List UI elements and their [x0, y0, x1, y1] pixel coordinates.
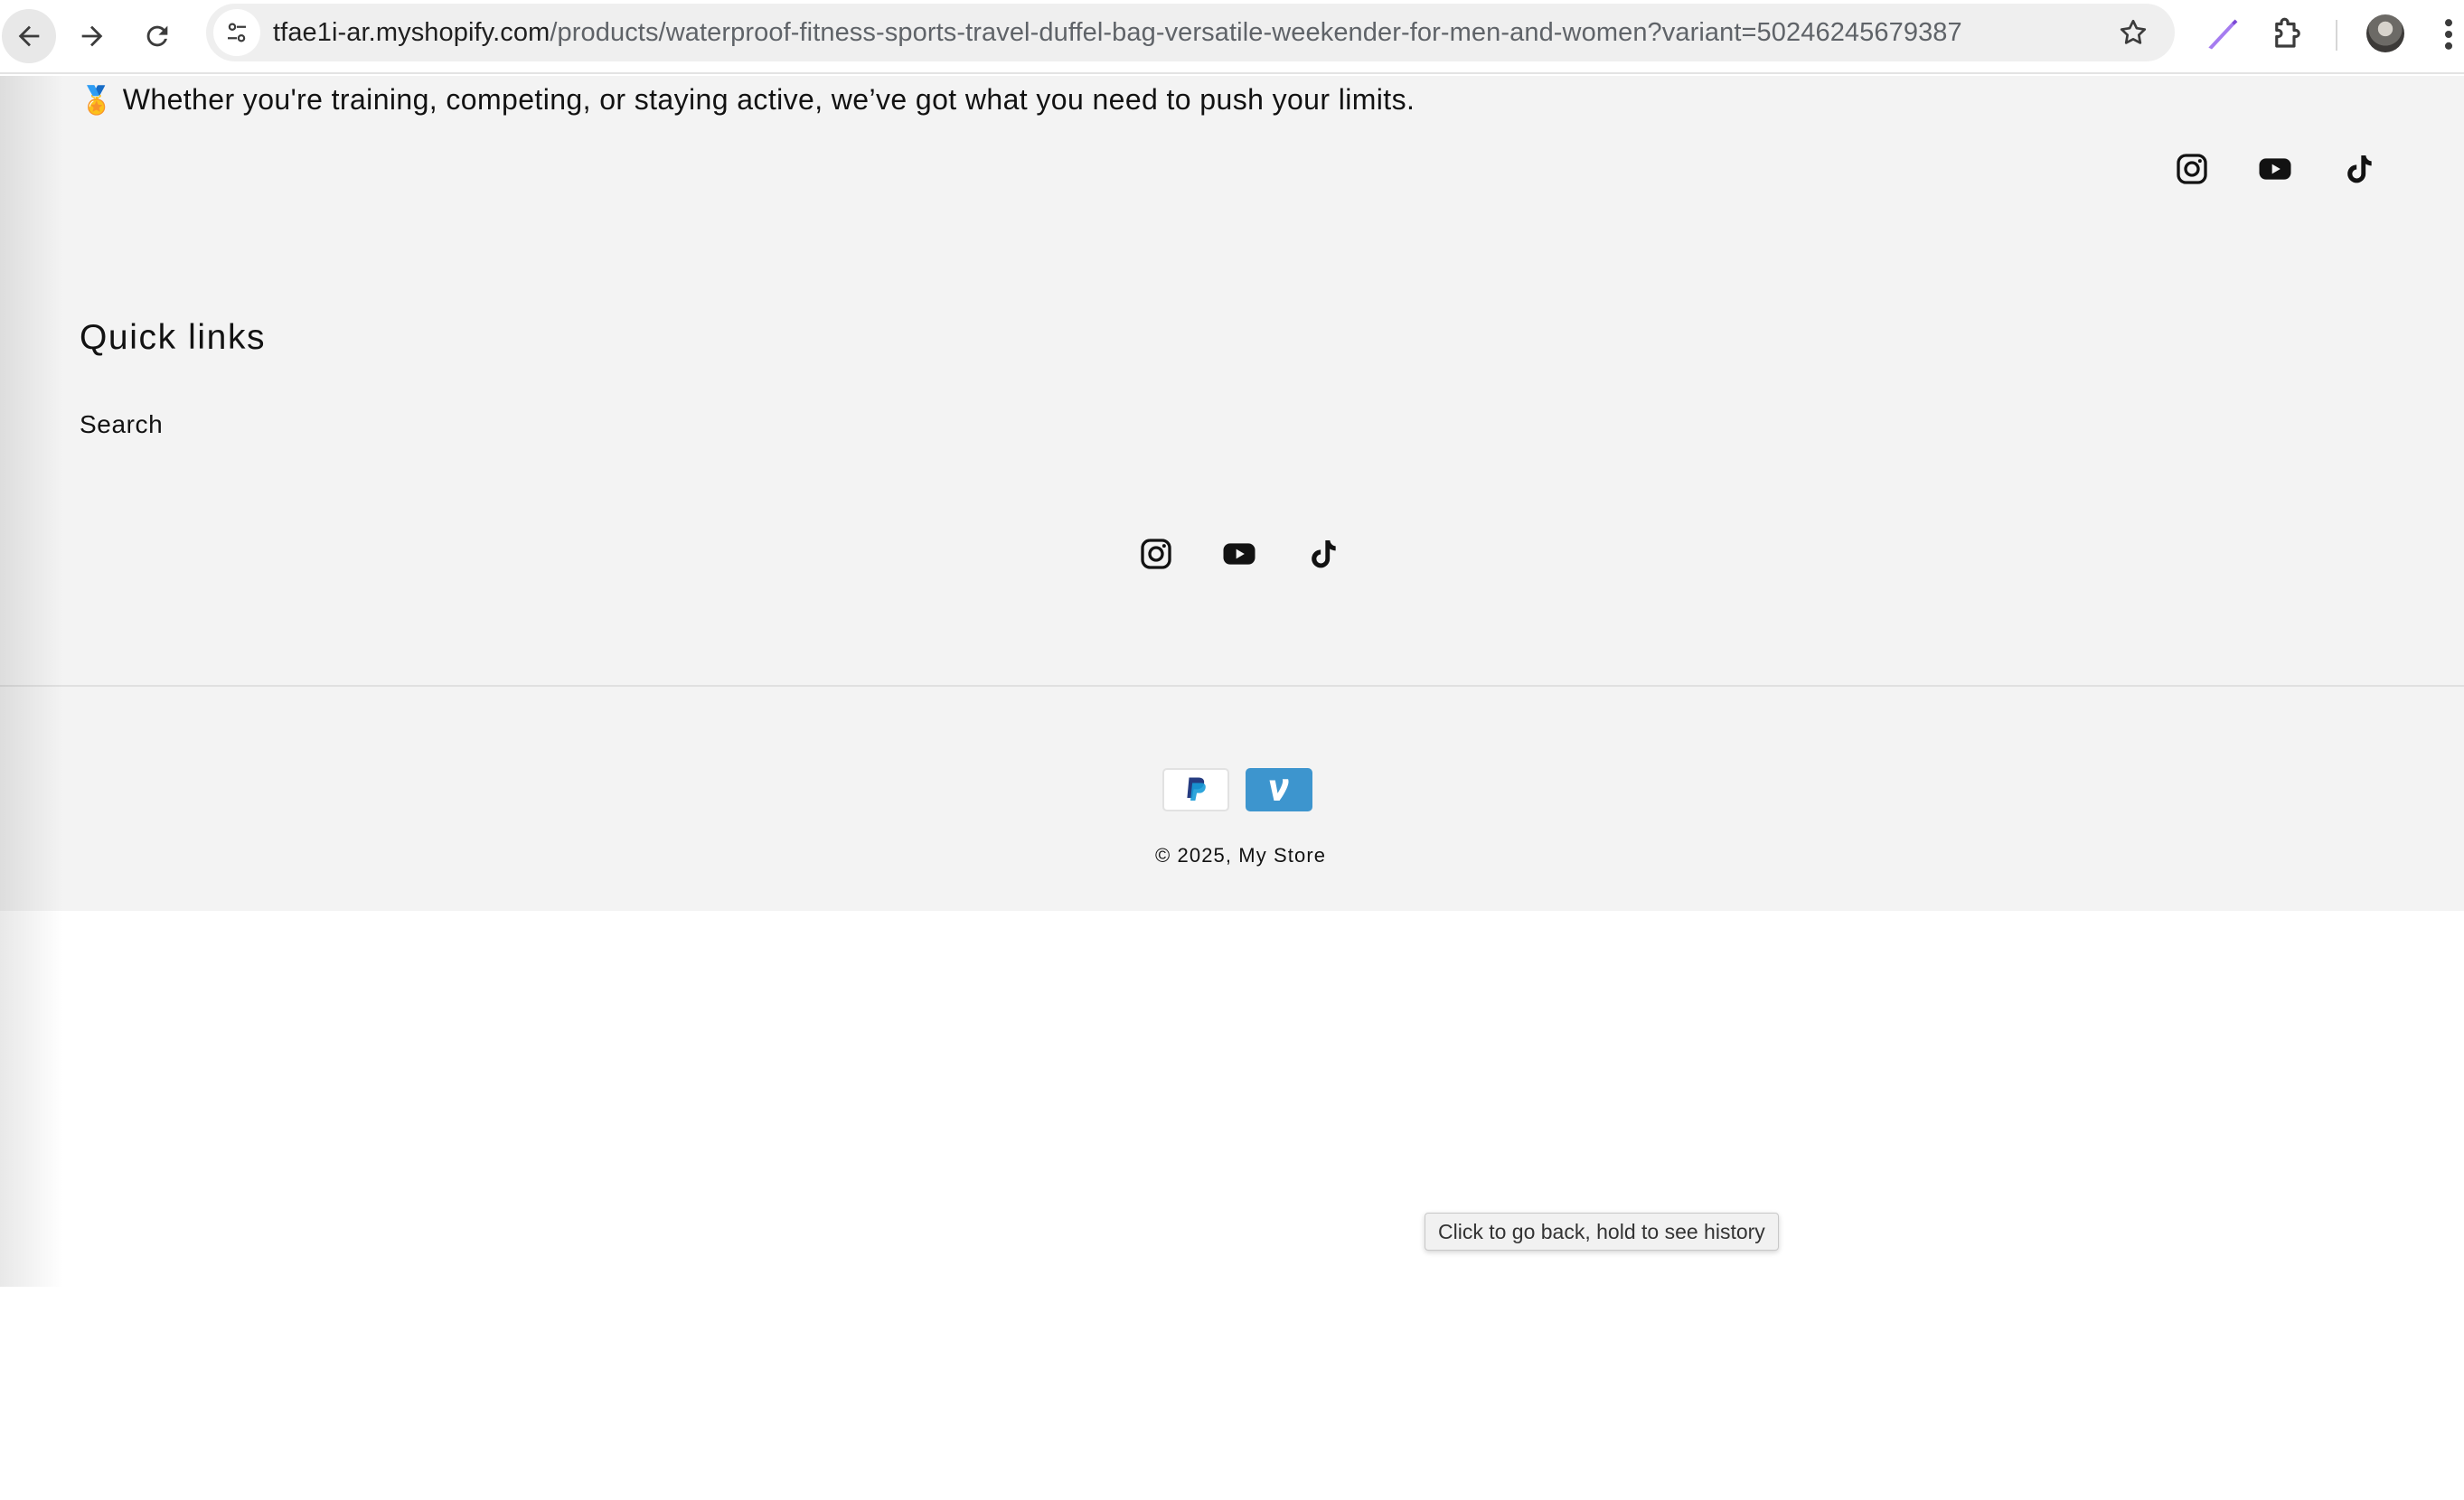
footer-divider	[0, 685, 2464, 687]
paypal-badge	[1162, 768, 1229, 811]
url-host: tfae1i-ar.myshopify.com	[273, 18, 550, 47]
footer-tagline: 🏅 Whether you're training, competing, or …	[80, 83, 1415, 117]
pen-extension-icon[interactable]	[2202, 14, 2242, 54]
copyright-text: © 2025, My Store	[1155, 844, 1327, 867]
instagram-icon	[2177, 154, 2207, 184]
toolbar-separator	[2336, 20, 2337, 51]
social-links-center	[1133, 531, 1383, 577]
venmo-icon	[1269, 779, 1289, 801]
tiktok-icon	[1312, 540, 1336, 568]
more-menu-icon[interactable]	[2437, 14, 2460, 54]
youtube-link[interactable]	[1217, 531, 1262, 577]
quick-link-search[interactable]: Search	[80, 410, 163, 439]
forward-button[interactable]	[65, 9, 119, 63]
profile-avatar[interactable]	[2366, 14, 2404, 52]
url-text[interactable]: tfae1i-ar.myshopify.com/products/waterpr…	[273, 4, 1962, 61]
instagram-link[interactable]	[2169, 146, 2215, 192]
medal-emoji: 🏅	[80, 86, 114, 116]
tagline-text: Whether you're training, competing, or s…	[122, 83, 1415, 116]
site-info-button[interactable]	[213, 9, 260, 56]
payment-methods	[1162, 768, 1329, 811]
back-button[interactable]	[2, 9, 56, 63]
venmo-badge	[1246, 768, 1312, 811]
tiktok-link[interactable]	[2336, 146, 2381, 192]
social-links-top	[2169, 146, 2419, 192]
reload-icon	[146, 25, 168, 47]
back-button-tooltip: Click to go back, hold to see history	[1425, 1213, 1779, 1251]
tiktok-icon	[2347, 155, 2372, 183]
instagram-link[interactable]	[1133, 531, 1179, 577]
youtube-icon	[1223, 543, 1256, 565]
tiktok-link[interactable]	[1300, 531, 1345, 577]
arrow-left-icon	[18, 25, 40, 47]
youtube-link[interactable]	[2252, 146, 2298, 192]
url-path: /products/waterproof-fitness-sports-trav…	[550, 18, 1962, 47]
reload-button[interactable]	[130, 9, 184, 63]
address-bar[interactable]: tfae1i-ar.myshopify.com/products/waterpr…	[206, 4, 2175, 61]
tune-icon	[228, 23, 246, 42]
arrow-right-icon	[81, 25, 103, 47]
extensions-puzzle-icon[interactable]	[2269, 14, 2307, 52]
youtube-icon	[2259, 158, 2291, 180]
site-footer: 🏅 Whether you're training, competing, or …	[0, 76, 2464, 911]
quick-links-title: Quick links	[80, 318, 267, 357]
instagram-icon	[1141, 539, 1171, 569]
browser-toolbar: tfae1i-ar.myshopify.com/products/waterpr…	[0, 0, 2464, 74]
paypal-icon	[1187, 777, 1206, 801]
bookmark-star-icon[interactable]	[2117, 16, 2149, 49]
